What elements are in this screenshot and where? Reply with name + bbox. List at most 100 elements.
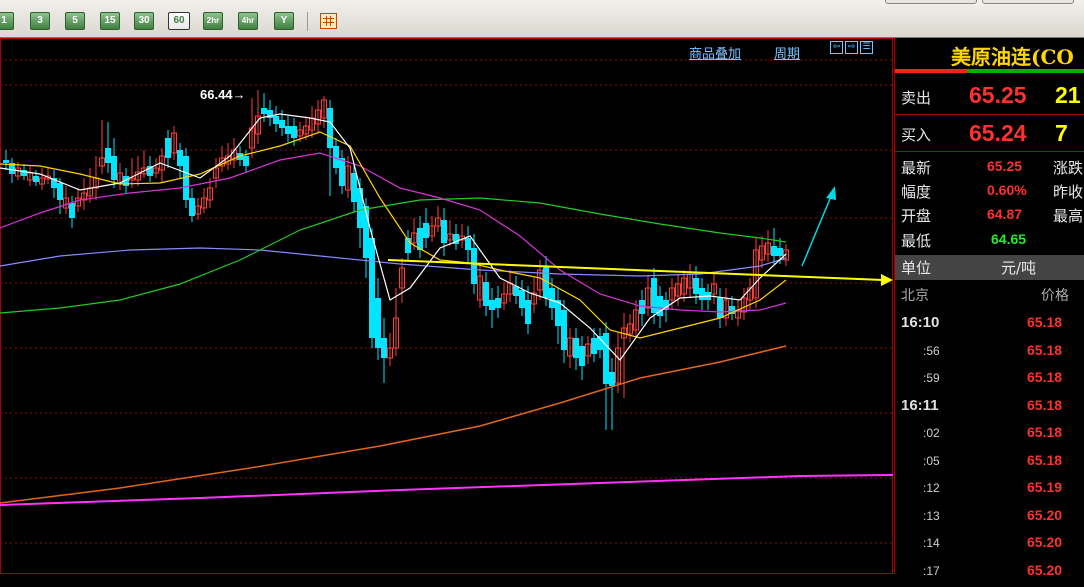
candle-body bbox=[555, 300, 561, 326]
candle-body bbox=[57, 183, 63, 200]
grid-icon[interactable] bbox=[320, 13, 337, 29]
candle-body bbox=[573, 338, 579, 358]
tick-price: 65.18 bbox=[1027, 424, 1063, 440]
candle-body bbox=[579, 346, 585, 366]
tick-row[interactable]: :05 65.18 bbox=[895, 450, 1084, 477]
ticks-time-header: 北京 bbox=[901, 288, 929, 304]
tick-price: 65.18 bbox=[1027, 396, 1063, 413]
yellow-trend-line bbox=[387, 259, 884, 281]
period-button-60[interactable]: 60 bbox=[168, 12, 190, 30]
tick-time: :12 bbox=[923, 481, 940, 495]
candle-body bbox=[165, 138, 171, 158]
candle-body bbox=[375, 298, 381, 348]
candle-body bbox=[471, 248, 477, 284]
quote-row-label-2: 昨收 bbox=[1053, 183, 1084, 201]
candle-body bbox=[285, 126, 291, 134]
divider bbox=[895, 114, 1084, 115]
tick-price: 65.20 bbox=[1027, 506, 1063, 523]
tick-price: 65.18 bbox=[1027, 341, 1063, 358]
candle-body bbox=[189, 198, 195, 216]
buy-volume: 7 bbox=[1055, 120, 1068, 146]
candle-body bbox=[177, 150, 183, 166]
period-button-5[interactable]: 5 bbox=[65, 12, 85, 30]
tick-row[interactable]: :02 65.18 bbox=[895, 422, 1084, 449]
period-link[interactable]: 周期 bbox=[774, 43, 800, 62]
candle-body bbox=[483, 282, 489, 306]
tick-row[interactable]: :56 65.18 bbox=[895, 340, 1084, 367]
candle-body bbox=[777, 248, 783, 256]
tick-time: 16:11 bbox=[901, 396, 939, 414]
yellow-arrow-head bbox=[881, 274, 893, 286]
period-button-4hr[interactable]: 4hr bbox=[238, 12, 258, 30]
sell-price: 65.25 bbox=[969, 82, 1027, 108]
period-button-3[interactable]: 3 bbox=[30, 12, 50, 30]
candle-body bbox=[369, 238, 375, 338]
candle-body bbox=[549, 288, 555, 308]
tick-row[interactable]: :13 65.20 bbox=[895, 505, 1084, 532]
tick-row[interactable]: 16:11 65.18 bbox=[895, 395, 1084, 422]
tick-price: 65.20 bbox=[1027, 534, 1063, 550]
candle-body bbox=[33, 176, 39, 182]
candle-body bbox=[561, 310, 567, 350]
buy-label: 买入 bbox=[901, 126, 932, 144]
quote-row-label: 最新 bbox=[901, 159, 932, 177]
candle-body bbox=[519, 290, 525, 308]
tick-time: :02 bbox=[923, 426, 940, 440]
candle-body bbox=[339, 158, 345, 186]
candle-body bbox=[441, 220, 447, 243]
instrument-title: 美原油连(CO bbox=[951, 45, 1074, 69]
candle-body bbox=[603, 333, 609, 384]
layout-icon[interactable]: ☰ bbox=[860, 41, 873, 54]
tick-time: :13 bbox=[923, 508, 940, 523]
quote-row-value: 64.65 bbox=[991, 231, 1027, 247]
window-tab-left[interactable] bbox=[885, 0, 977, 4]
candle-body bbox=[3, 160, 9, 163]
candle-body bbox=[423, 223, 429, 238]
scroll-left-icon[interactable]: ⇦ bbox=[830, 41, 843, 54]
tick-price: 65.20 bbox=[1027, 561, 1063, 578]
tick-row[interactable]: :17 65.20 bbox=[895, 560, 1084, 587]
period-button-30[interactable]: 30 bbox=[134, 12, 154, 30]
period-button-Y[interactable]: Y bbox=[274, 12, 294, 30]
candle-body bbox=[699, 288, 705, 300]
tick-row[interactable]: :14 65.20 bbox=[895, 532, 1084, 559]
period-button-15[interactable]: 15 bbox=[100, 12, 120, 30]
unit-label: 单位 bbox=[901, 259, 932, 277]
period-button-1[interactable]: 1 bbox=[0, 12, 14, 30]
cyan-arrow-line bbox=[801, 193, 833, 267]
tick-price: 65.19 bbox=[1027, 479, 1063, 495]
quote-row-label-2: 最高 bbox=[1053, 207, 1084, 225]
quote-row-label: 最低 bbox=[901, 232, 932, 250]
period-button-2hr[interactable]: 2hr bbox=[203, 12, 223, 30]
quote-row-value: 64.87 bbox=[987, 206, 1023, 222]
high-price-annotation: 66.44→ bbox=[200, 87, 246, 102]
kline-chart[interactable]: 66.44→ 商品叠加 周期 ⇦ ⇨ ☰ bbox=[0, 38, 893, 574]
tick-row[interactable]: :59 65.18 bbox=[895, 367, 1084, 394]
tick-price: 65.18 bbox=[1027, 369, 1063, 385]
candle-body bbox=[327, 108, 333, 148]
candle-body bbox=[609, 372, 615, 386]
unit-row: 单位 元/吨 bbox=[895, 255, 1084, 280]
tick-row[interactable]: 16:10 65.18 bbox=[895, 312, 1084, 339]
long-ma-line bbox=[0, 474, 893, 506]
candle-body bbox=[291, 126, 297, 138]
ticks-price-header: 价格 bbox=[1041, 288, 1069, 304]
buy-pressure-bar bbox=[967, 69, 1084, 73]
candle-body bbox=[495, 298, 501, 308]
candle-body bbox=[105, 148, 111, 163]
window-tab-right[interactable] bbox=[982, 0, 1074, 4]
scroll-right-icon[interactable]: ⇨ bbox=[845, 41, 858, 54]
candle-body bbox=[279, 120, 285, 128]
candle-body bbox=[69, 203, 75, 218]
overlay-link[interactable]: 商品叠加 bbox=[689, 43, 741, 62]
sell-pressure-bar bbox=[895, 69, 967, 73]
cyan-arrow-head bbox=[826, 186, 836, 200]
quote-row-label: 幅度 bbox=[901, 183, 932, 201]
tick-time: :56 bbox=[923, 343, 940, 358]
quote-row-label-2: 涨跌 bbox=[1053, 159, 1084, 177]
tick-time: :17 bbox=[923, 563, 940, 578]
candle-body bbox=[717, 298, 723, 318]
candle-body bbox=[261, 108, 267, 114]
quote-row-value: 0.60% bbox=[987, 182, 1027, 198]
tick-row[interactable]: :12 65.19 bbox=[895, 477, 1084, 504]
